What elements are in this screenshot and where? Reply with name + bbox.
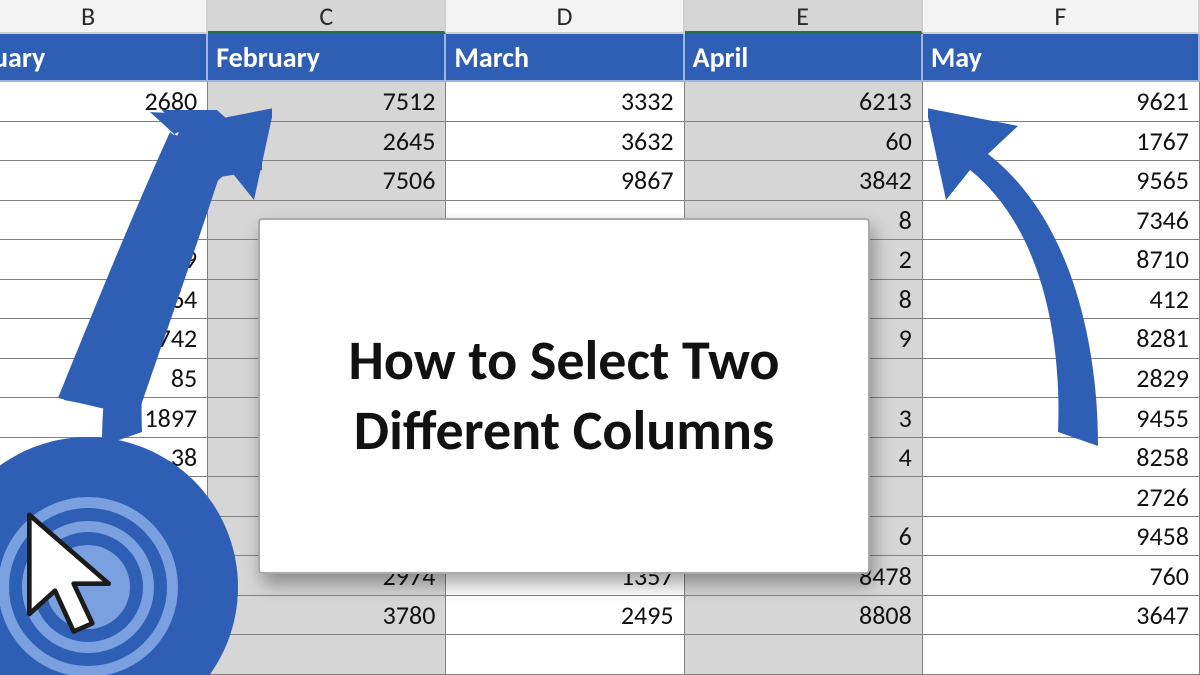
cell[interactable]: 760	[923, 556, 1200, 596]
cell[interactable]: 3647	[923, 596, 1200, 636]
col-letter-B[interactable]: B	[0, 0, 208, 34]
cell[interactable]: 9867	[446, 161, 684, 201]
cell[interactable]	[208, 635, 446, 675]
cell[interactable]: 3842	[685, 161, 923, 201]
spreadsheet-month-header: nuary February March April May	[0, 34, 1200, 82]
spreadsheet-column-letters: B C D E F	[0, 0, 1200, 34]
header-may[interactable]: May	[923, 34, 1200, 82]
tutorial-thumbnail: B C D E F nuary February March April May…	[0, 0, 1200, 675]
cell[interactable]: 3780	[208, 596, 446, 636]
cell[interactable]: 2726	[923, 477, 1200, 517]
cell[interactable]: 9458	[923, 517, 1200, 557]
cell[interactable]: 6213	[685, 82, 923, 122]
cell[interactable]: 3632	[446, 122, 684, 162]
arrow-left-icon	[42, 96, 272, 446]
header-march[interactable]: March	[446, 34, 684, 82]
cell[interactable]	[685, 635, 923, 675]
cell[interactable]: 8808	[685, 596, 923, 636]
col-letter-D[interactable]: D	[446, 0, 684, 34]
cell[interactable]: 3332	[446, 82, 684, 122]
cell[interactable]	[923, 635, 1200, 675]
header-january[interactable]: nuary	[0, 34, 208, 82]
col-letter-E[interactable]: E	[685, 0, 923, 34]
cursor-icon	[16, 509, 136, 649]
header-april[interactable]: April	[685, 34, 923, 82]
cell[interactable]	[446, 635, 684, 675]
cell[interactable]: 60	[685, 122, 923, 162]
arrow-right-icon	[928, 96, 1158, 446]
col-letter-C[interactable]: C	[208, 0, 446, 34]
cell[interactable]: 2495	[446, 596, 684, 636]
col-letter-F[interactable]: F	[923, 0, 1200, 34]
header-february[interactable]: February	[208, 34, 446, 82]
title-text: How to Select Two Different Columns	[284, 326, 844, 466]
title-card: How to Select Two Different Columns	[258, 218, 870, 574]
